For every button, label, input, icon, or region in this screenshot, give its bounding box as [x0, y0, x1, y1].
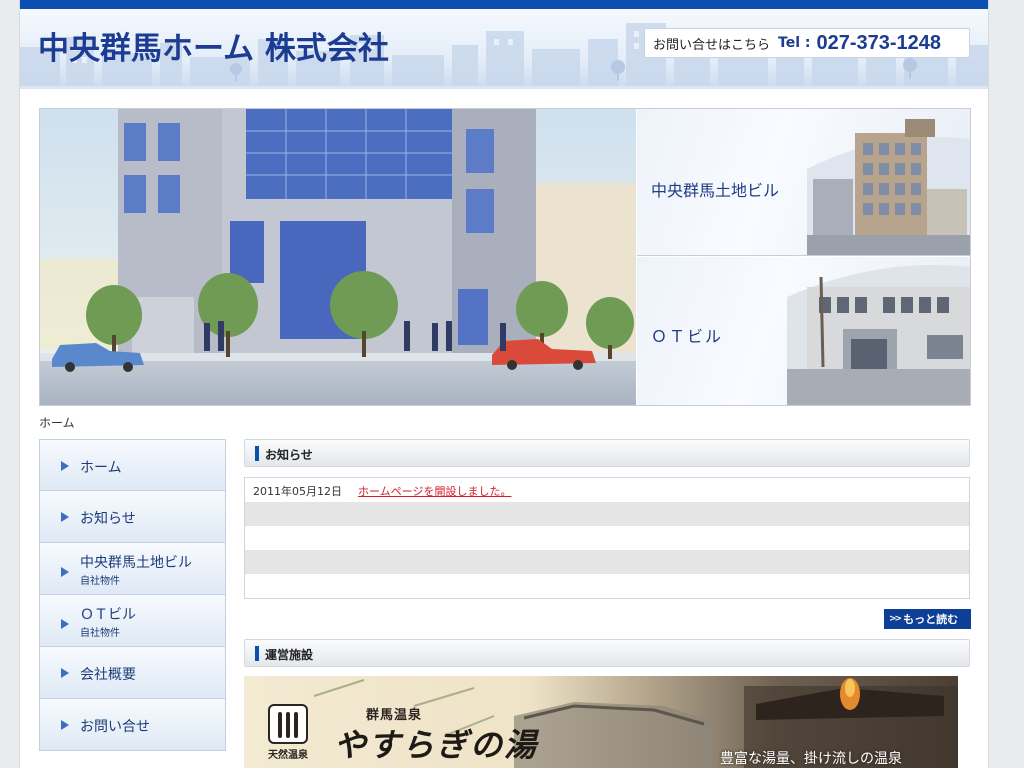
news-date: 2011年05月12日	[253, 485, 342, 498]
nav-item-company[interactable]: 会社概要	[39, 647, 226, 699]
facility-name: やすらぎの湯	[334, 726, 539, 764]
building-illustration	[40, 109, 636, 405]
nav-sublabel: 自社物件	[80, 576, 120, 587]
section-marker	[255, 446, 259, 461]
hero-link-ot-building[interactable]: ＯＴビル	[637, 257, 970, 405]
news-row: 2011年05月12日 ホームページを開設しました。	[245, 478, 969, 502]
nav-item-home[interactable]: ホーム	[39, 439, 226, 491]
top-accent-bar	[20, 0, 988, 9]
breadcrumb[interactable]: ホーム	[39, 414, 75, 431]
double-chevron-icon: >>	[889, 614, 902, 624]
section-title: お知らせ	[265, 448, 313, 462]
facility-banner-yasuragi[interactable]: 天然温泉 群馬温泉 やすらぎの湯 豊富な湯量、掛け流しの温泉	[244, 676, 958, 768]
news-link[interactable]: ホームページを開設しました。	[358, 483, 511, 499]
section-title: 運営施設	[265, 648, 314, 662]
news-row	[245, 574, 969, 598]
nav-sublabel: 自社物件	[80, 628, 120, 639]
news-row	[245, 550, 969, 574]
nav-label: お知らせ	[80, 511, 136, 527]
hero-link-chuo-gunma-building[interactable]: 中央群馬土地ビル	[637, 109, 970, 256]
news-list: 2011年05月12日 ホームページを開設しました。	[244, 477, 970, 599]
nav-item-news[interactable]: お知らせ	[39, 491, 226, 543]
news-row	[245, 526, 969, 550]
triangle-right-icon	[61, 668, 69, 678]
contact-box[interactable]: お問い合せはこちら Tel : 027-373-1248	[644, 28, 970, 58]
news-row	[245, 502, 969, 526]
triangle-right-icon	[61, 619, 69, 629]
site-header: 中央群馬ホーム 株式会社 お問い合せはこちら Tel : 027-373-124…	[20, 9, 988, 89]
hero-banner: 中央群馬土地ビル ＯＴビル	[39, 108, 971, 406]
facility-slogan: 豊富な湯量、掛け流しの温泉	[720, 751, 902, 767]
triangle-right-icon	[61, 512, 69, 522]
hero-side-label: ＯＴビル	[651, 327, 724, 346]
tel-number: 027-373-1248	[816, 31, 942, 54]
nav-item-contact[interactable]: お問い合せ	[39, 699, 226, 751]
nav-label: ホーム	[80, 460, 122, 476]
triangle-right-icon	[61, 720, 69, 730]
triangle-right-icon	[61, 567, 69, 577]
nav-item-ot-building[interactable]: ＯＴビル 自社物件	[39, 595, 226, 647]
nav-label: 会社概要	[80, 667, 136, 683]
facility-section-header: 運営施設	[244, 639, 970, 667]
facility-badge: 天然温泉	[268, 750, 308, 761]
nav-label: ＯＴビル	[80, 607, 136, 623]
page: 中央群馬ホーム 株式会社 お問い合せはこちら Tel : 027-373-124…	[19, 0, 989, 768]
nav-label: 中央群馬土地ビル	[80, 555, 192, 571]
onsen-logo-icon	[268, 704, 308, 744]
read-more-button[interactable]: >> もっと読む	[884, 609, 971, 629]
read-more-label: もっと読む	[903, 613, 959, 626]
nav-label: お問い合せ	[80, 719, 150, 735]
tel-prefix: Tel :	[778, 35, 811, 51]
site-title[interactable]: 中央群馬ホーム 株式会社	[38, 23, 389, 68]
news-section-header: お知らせ	[244, 439, 970, 467]
nav-item-chuo-gunma-building[interactable]: 中央群馬土地ビル 自社物件	[39, 543, 226, 595]
hero-side-label: 中央群馬土地ビル	[651, 181, 780, 200]
section-marker	[255, 646, 259, 661]
contact-label: お問い合せはこちら	[653, 37, 771, 53]
left-navigation: ホーム お知らせ 中央群馬土地ビル 自社物件 ＯＴビル 自社物件 会社概要 お問…	[39, 439, 226, 751]
triangle-right-icon	[61, 461, 69, 471]
